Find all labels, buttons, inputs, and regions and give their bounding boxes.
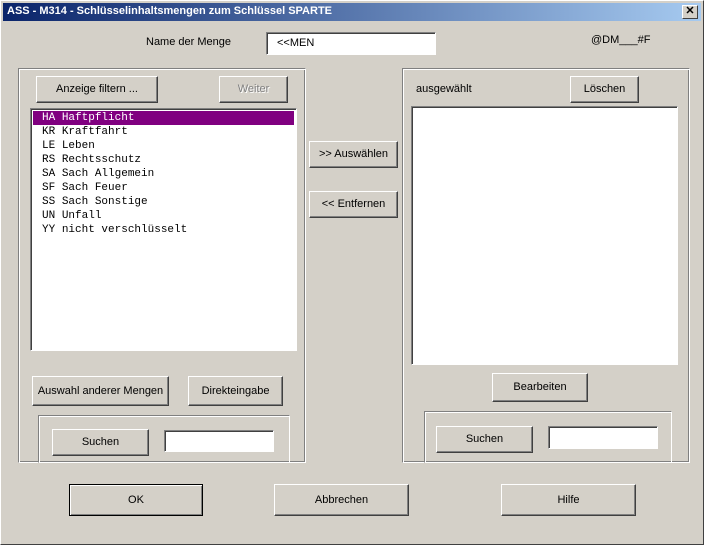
item-text: nicht verschlüsselt	[61, 224, 188, 236]
right-search-button[interactable]: Suchen	[436, 426, 533, 453]
name-field[interactable]: <<MEN	[266, 32, 436, 55]
mask-code: @DM___#F	[591, 34, 651, 46]
selected-list[interactable]	[411, 106, 678, 365]
item-text: Unfall	[61, 210, 102, 222]
delete-button[interactable]: Löschen	[570, 76, 639, 103]
item-code: SS	[42, 196, 56, 208]
item-code: HA	[42, 112, 56, 124]
item-text: Sach Allgemein	[61, 168, 155, 180]
help-button[interactable]: Hilfe	[501, 484, 636, 516]
name-value: <<MEN	[277, 37, 315, 49]
item-code: SF	[42, 182, 56, 194]
item-text: Haftpflicht	[61, 112, 135, 124]
item-code: RS	[42, 154, 56, 166]
available-list[interactable]: HA Haftpflicht KR Kraftfahrt LE Leben RS Re…	[30, 108, 297, 351]
list-item[interactable]: HA Haftpflicht	[33, 111, 294, 125]
next-button[interactable]: Weiter	[219, 76, 288, 103]
item-code: SA	[42, 168, 56, 180]
select-button[interactable]: >> Auswählen	[309, 141, 398, 168]
left-search-input[interactable]	[164, 430, 274, 452]
edit-button[interactable]: Bearbeiten	[492, 373, 588, 402]
list-item[interactable]: YY nicht verschlüsselt	[33, 223, 294, 237]
list-item[interactable]: RS Rechtsschutz	[33, 153, 294, 167]
ok-button[interactable]: OK	[69, 484, 203, 516]
list-item[interactable]: LE Leben	[33, 139, 294, 153]
close-button[interactable]: ✕	[682, 5, 698, 19]
item-text: Sach Sonstige	[61, 196, 148, 208]
list-item[interactable]: SS Sach Sonstige	[33, 195, 294, 209]
filter-button[interactable]: Anzeige filtern ...	[36, 76, 158, 103]
selected-label: ausgewählt	[416, 83, 472, 95]
other-sets-button[interactable]: Auswahl anderer Mengen	[32, 376, 169, 406]
item-code: UN	[42, 210, 56, 222]
title-bar: ASS - M314 - Schlüsselinhaltsmengen zum …	[3, 3, 701, 21]
list-item[interactable]: KR Kraftfahrt	[33, 125, 294, 139]
name-label: Name der Menge	[146, 36, 231, 48]
item-code: KR	[42, 126, 56, 138]
list-item[interactable]: UN Unfall	[33, 209, 294, 223]
item-text: Kraftfahrt	[61, 126, 128, 138]
item-text: Sach Feuer	[61, 182, 128, 194]
cancel-button[interactable]: Abbrechen	[274, 484, 409, 516]
left-search-button[interactable]: Suchen	[52, 429, 149, 456]
item-text: Leben	[61, 140, 95, 152]
item-text: Rechtsschutz	[61, 154, 142, 166]
item-code: LE	[42, 140, 56, 152]
close-icon: ✕	[685, 5, 695, 17]
dialog-window: ASS - M314 - Schlüsselinhaltsmengen zum …	[0, 0, 704, 545]
list-item[interactable]: SF Sach Feuer	[33, 181, 294, 195]
remove-button[interactable]: << Entfernen	[309, 191, 398, 218]
item-code: YY	[42, 224, 56, 236]
direct-input-button[interactable]: Direkteingabe	[188, 376, 283, 406]
list-item[interactable]: SA Sach Allgemein	[33, 167, 294, 181]
window-title: ASS - M314 - Schlüsselinhaltsmengen zum …	[7, 5, 332, 17]
right-search-input[interactable]	[548, 426, 658, 449]
